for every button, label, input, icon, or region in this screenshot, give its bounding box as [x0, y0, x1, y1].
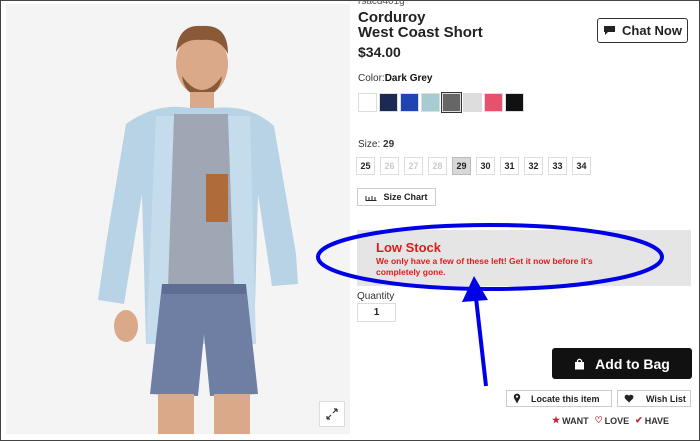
size-selected-value: 29 [383, 139, 395, 150]
product-title: Corduroy West Coast Short [358, 10, 558, 40]
low-stock-title: Low Stock [376, 240, 442, 255]
color-swatch[interactable] [505, 93, 524, 112]
product-title-line2: West Coast Short [358, 24, 483, 41]
product-photo [6, 4, 350, 434]
locate-item-button[interactable]: Locate this item [506, 390, 612, 407]
shopping-bag-icon [575, 358, 585, 369]
product-sku: rsacd401g [358, 0, 405, 7]
size-option-selected[interactable]: 29 [452, 157, 471, 175]
want-action[interactable]: ★ WANT [552, 415, 589, 426]
size-option[interactable]: 25 [356, 157, 375, 175]
low-stock-message: We only have a few of these left! Get it… [376, 256, 593, 277]
size-options: 25 26 27 28 29 30 31 32 33 34 [356, 157, 591, 175]
color-swatch[interactable] [421, 93, 440, 112]
color-swatch[interactable] [379, 93, 398, 112]
color-swatch[interactable] [484, 93, 503, 112]
size-option[interactable]: 30 [476, 157, 495, 175]
chat-now-button[interactable]: Chat Now [597, 18, 688, 43]
color-swatches [358, 92, 524, 113]
model-image [6, 4, 350, 434]
wish-list-label: Wish List [646, 393, 686, 404]
product-price: $34.00 [358, 44, 401, 60]
heart-icon [624, 394, 634, 403]
heart-outline-icon: ♡ [594, 415, 603, 425]
locate-item-label: Locate this item [531, 393, 600, 404]
map-pin-icon [513, 393, 521, 404]
size-option[interactable]: 33 [548, 157, 567, 175]
star-icon: ★ [552, 415, 561, 425]
color-swatch[interactable] [358, 93, 377, 112]
size-chart-button[interactable]: Size Chart [357, 188, 436, 206]
social-actions: ★ WANT ♡ LOVE ✔ HAVE [552, 415, 669, 426]
chat-bubble-icon [604, 26, 616, 35]
color-selected-value: Dark Grey [384, 73, 433, 84]
size-option[interactable]: 28 [428, 157, 447, 175]
size-option[interactable]: 34 [572, 157, 591, 175]
size-option[interactable]: 27 [404, 157, 423, 175]
size-label: Size: 29 [358, 139, 394, 150]
have-action[interactable]: ✔ HAVE [635, 415, 669, 426]
size-option[interactable]: 31 [500, 157, 519, 175]
color-swatch-selected[interactable] [441, 92, 462, 113]
size-option[interactable]: 32 [524, 157, 543, 175]
size-chart-label: Size Chart [383, 192, 428, 202]
size-label-prefix: Size: [358, 139, 381, 150]
love-action[interactable]: ♡ LOVE [595, 415, 630, 426]
wish-list-button[interactable]: Wish List [617, 390, 691, 407]
color-label: Color:Dark Grey [358, 73, 433, 84]
product-title-line1: Corduroy [358, 9, 426, 26]
ruler-icon [365, 195, 377, 201]
quantity-label: Quantity [357, 291, 395, 302]
add-to-bag-button[interactable]: Add to Bag [552, 348, 692, 379]
love-label: LOVE [604, 415, 630, 426]
color-swatch[interactable] [463, 93, 482, 112]
want-label: WANT [562, 415, 589, 426]
expand-icon [326, 408, 338, 420]
quantity-field[interactable]: 1 [357, 303, 396, 322]
color-swatch[interactable] [400, 93, 419, 112]
chat-now-label: Chat Now [622, 23, 682, 38]
zoom-button[interactable] [319, 401, 345, 427]
have-label: HAVE [644, 415, 670, 426]
color-label-prefix: Color: [358, 73, 385, 84]
checkmark-icon: ✔ [635, 415, 643, 425]
add-to-bag-label: Add to Bag [595, 355, 670, 372]
size-option[interactable]: 26 [380, 157, 399, 175]
